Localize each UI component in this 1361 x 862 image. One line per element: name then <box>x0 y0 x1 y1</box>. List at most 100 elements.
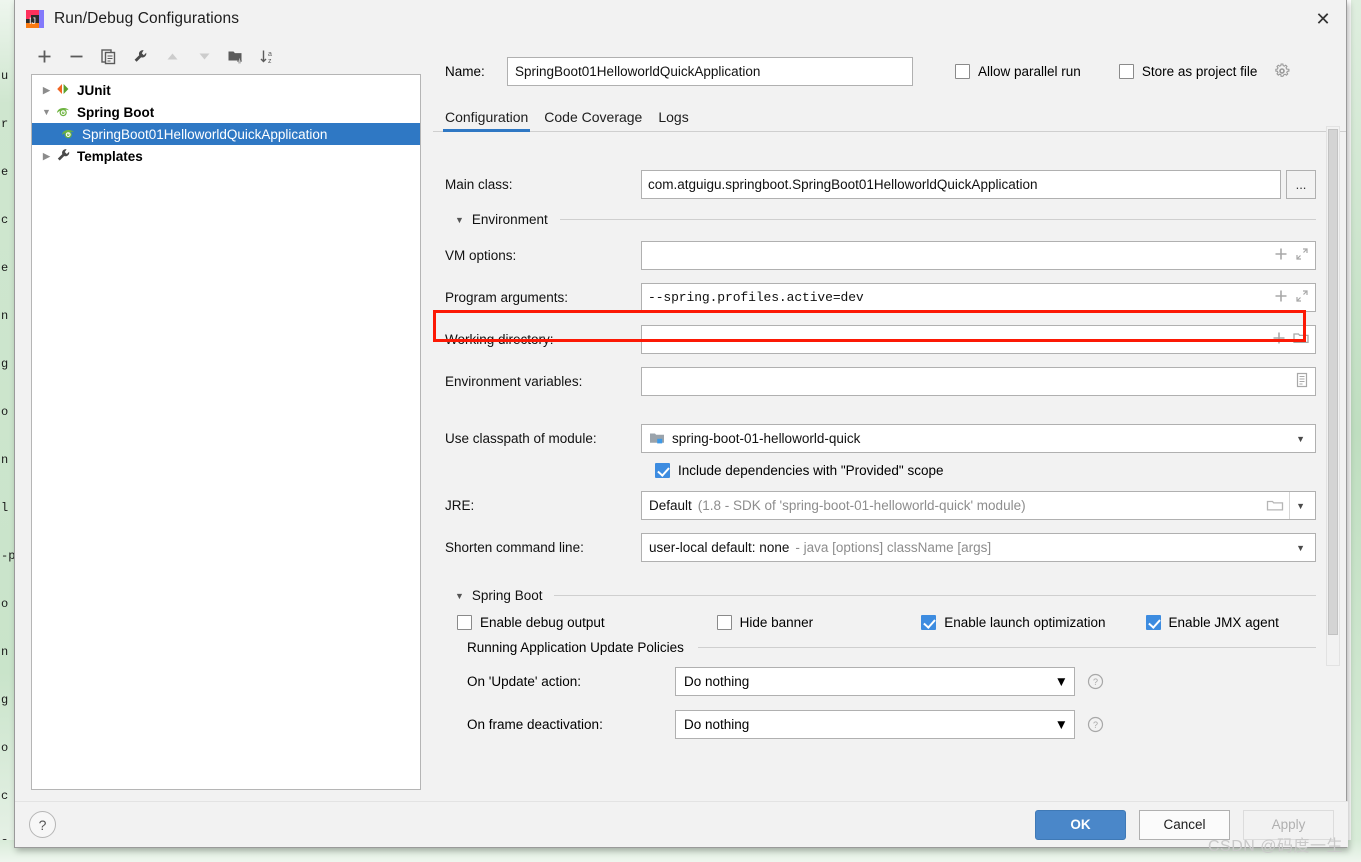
chevron-right-icon[interactable]: ▶ <box>38 151 55 162</box>
configuration-content: Main class: com.atguigu.springboot.Sprin… <box>445 170 1316 802</box>
close-icon[interactable]: ✕ <box>1300 0 1346 38</box>
copy-configuration-button[interactable] <box>93 42 123 70</box>
sort-configurations-button[interactable]: a z <box>253 42 283 70</box>
header-options: Allow parallel run Store as project file <box>955 63 1290 79</box>
move-up-button[interactable] <box>157 42 187 70</box>
ide-right-edge <box>1351 0 1361 862</box>
list-icon[interactable] <box>1295 372 1309 391</box>
policy-row: On frame deactivation: Do nothing ▼? <box>467 710 1316 739</box>
include-provided-scope-checkbox[interactable]: Include dependencies with "Provided" sco… <box>655 463 1316 478</box>
chevron-down-icon[interactable]: ▼ <box>1290 501 1311 511</box>
allow-parallel-run-label: Allow parallel run <box>978 63 1081 79</box>
chevron-right-icon[interactable]: ▶ <box>38 85 55 96</box>
chevron-down-icon[interactable]: ▼ <box>1290 434 1311 444</box>
store-as-project-file-box <box>1118 63 1134 79</box>
vm-options-row: VM options: <box>445 241 1316 270</box>
program-arguments-row: Program arguments: --spring.profiles.act… <box>445 283 1316 312</box>
help-button[interactable]: ? <box>29 811 56 838</box>
shorten-command-line-row: Shorten command line: user-local default… <box>445 533 1316 562</box>
new-folder-button[interactable] <box>221 42 251 70</box>
tree-item-spring-boot[interactable]: ▼ Spring Boot <box>32 101 420 123</box>
environment-variables-input[interactable] <box>641 367 1316 396</box>
chevron-down-icon[interactable]: ▼ <box>1055 674 1068 689</box>
chevron-down-icon: ▼ <box>455 590 464 601</box>
store-as-project-file-label: Store as project file <box>1141 63 1258 79</box>
jre-row: JRE: Default (1.8 - SDK of 'spring-boot-… <box>445 491 1316 520</box>
jre-label: JRE: <box>445 498 475 513</box>
use-classpath-of-module-label: Use classpath of module: <box>445 431 597 446</box>
configurations-tree[interactable]: ▶ JUnit ▼ Spring Boot SpringBoot01Helloworld… <box>31 74 421 790</box>
help-icon[interactable]: ? <box>1087 673 1104 690</box>
help-icon[interactable]: ? <box>1087 716 1104 733</box>
vm-options-input[interactable] <box>641 241 1316 270</box>
chevron-down-icon[interactable]: ▼ <box>38 107 55 117</box>
use-classpath-of-module-select[interactable]: spring-boot-01-helloworld-quick ▼ <box>641 424 1316 453</box>
configurations-left-pane: a z ▶ JUnit ▼ Spring Boot SpringBoot01Hellow… <box>23 38 425 802</box>
jre-value: Default <box>649 498 692 513</box>
gear-icon[interactable] <box>1274 63 1290 79</box>
shorten-command-line-hint: - java [options] className [args] <box>795 540 992 555</box>
use-classpath-of-module-row: Use classpath of module: spring-boot-01-… <box>445 424 1316 453</box>
spring-boot-checkbox-hide-banner[interactable]: Hide banner <box>716 615 813 630</box>
chevron-down-icon[interactable]: ▼ <box>1290 543 1311 553</box>
spring-boot-section-title: Spring Boot <box>471 588 543 603</box>
checkbox-box <box>921 615 937 630</box>
program-arguments-input[interactable]: --spring.profiles.active=dev <box>641 283 1316 312</box>
spring-boot-section-header[interactable]: ▼ Spring Boot <box>455 588 1316 603</box>
tree-item-templates[interactable]: ▶ Templates <box>32 145 420 167</box>
tree-item-junit[interactable]: ▶ JUnit <box>32 79 420 101</box>
ok-button[interactable]: OK <box>1035 809 1126 840</box>
tree-item-springboot01helloworldquickapplication[interactable]: SpringBoot01HelloworldQuickApplication <box>32 123 420 145</box>
allow-parallel-run-checkbox[interactable]: Allow parallel run <box>955 63 1081 79</box>
folder-icon[interactable] <box>1293 331 1309 348</box>
tree-item-label: SpringBoot01HelloworldQuickApplication <box>82 126 328 142</box>
plus-icon[interactable] <box>1272 331 1286 348</box>
tab-logs[interactable]: Logs <box>658 109 688 131</box>
move-down-button[interactable] <box>189 42 219 70</box>
tree-item-label: JUnit <box>77 82 111 98</box>
update-policies-title: Running Application Update Policies <box>467 640 684 655</box>
spring-boot-checkbox-enable-jmx-agent[interactable]: Enable JMX agent <box>1145 615 1279 630</box>
configuration-tabs: Configuration Code Coverage Logs <box>433 100 1346 132</box>
policy-select[interactable]: Do nothing ▼ <box>675 710 1075 739</box>
store-as-project-file-checkbox[interactable]: Store as project file <box>1118 63 1291 79</box>
working-directory-input[interactable] <box>641 325 1316 354</box>
dialog-footer: ? OK Cancel Apply <box>15 801 1348 847</box>
policy-label: On 'Update' action: <box>467 674 581 689</box>
spring-boot-checkboxes: Enable debug output Hide banner Enable lau… <box>457 615 1316 630</box>
expand-icon[interactable] <box>1295 289 1309 307</box>
include-provided-scope-box <box>655 463 670 478</box>
checkbox-label: Enable launch optimization <box>944 615 1106 630</box>
environment-section-header[interactable]: ▼ Environment <box>455 212 1316 227</box>
dialog-body: a z ▶ JUnit ▼ Spring Boot SpringBoot01Hellow… <box>15 38 1346 802</box>
dialog-titlebar: IJ Run/Debug Configurations ✕ <box>15 0 1346 38</box>
add-configuration-button[interactable] <box>29 42 59 70</box>
spring-boot-checkbox-enable-launch-optimization[interactable]: Enable launch optimization <box>921 615 1106 630</box>
main-class-browse-button[interactable]: ... <box>1286 170 1316 199</box>
expand-icon[interactable] <box>1295 247 1309 264</box>
jre-select[interactable]: Default (1.8 - SDK of 'spring-boot-01-he… <box>641 491 1316 520</box>
dialog-title: Run/Debug Configurations <box>54 9 240 27</box>
update-policy-rows: On 'Update' action: Do nothing ▼? On frame … <box>445 667 1316 739</box>
policy-select[interactable]: Do nothing ▼ <box>675 667 1075 696</box>
spring-boot-checkbox-enable-debug-output[interactable]: Enable debug output <box>457 615 605 630</box>
name-input[interactable]: SpringBoot01HelloworldQuickApplication <box>507 56 913 86</box>
watermark: CSDN @码度一生 <box>1207 838 1343 855</box>
plus-icon[interactable] <box>1274 289 1288 307</box>
tab-code-coverage[interactable]: Code Coverage <box>544 109 642 131</box>
main-class-input[interactable]: com.atguigu.springboot.SpringBoot01Hello… <box>641 170 1281 199</box>
folder-icon[interactable] <box>1261 499 1289 513</box>
program-arguments-value: --spring.profiles.active=dev <box>648 290 864 305</box>
chevron-down-icon[interactable]: ▼ <box>1055 717 1068 732</box>
working-directory-row: Working directory: <box>445 325 1316 354</box>
scrollbar-thumb[interactable] <box>1328 129 1338 635</box>
checkbox-label: Enable JMX agent <box>1168 615 1279 630</box>
remove-configuration-button[interactable] <box>61 42 91 70</box>
environment-variables-row: Environment variables: <box>445 367 1316 396</box>
plus-icon[interactable] <box>1274 247 1288 264</box>
edit-templates-button[interactable] <box>125 42 155 70</box>
configuration-scrollbar[interactable] <box>1326 126 1340 666</box>
shorten-command-line-select[interactable]: user-local default: none - java [options… <box>641 533 1316 562</box>
tab-configuration[interactable]: Configuration <box>442 109 531 132</box>
jre-value-hint: (1.8 - SDK of 'spring-boot-01-helloworld… <box>697 498 1026 513</box>
